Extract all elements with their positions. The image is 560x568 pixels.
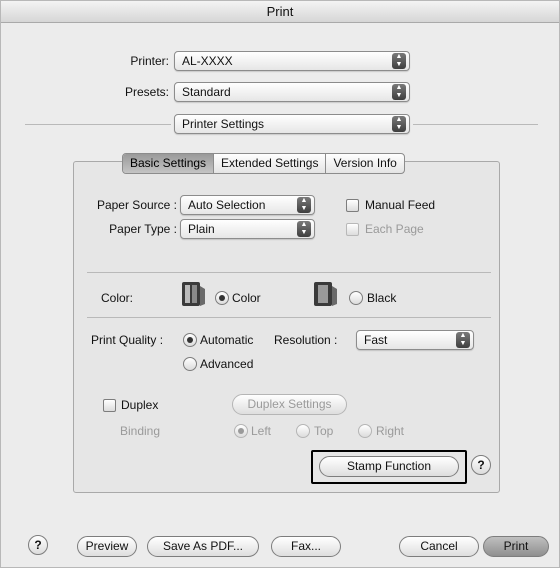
printer-popup[interactable]: AL-XXXX ▲ ▼	[174, 51, 410, 71]
automatic-label: Automatic	[200, 333, 254, 347]
presets-value: Standard	[182, 85, 231, 99]
binding-label: Binding	[120, 424, 161, 438]
popup-arrows-icon: ▲ ▼	[392, 116, 406, 132]
color-option-label: Color	[232, 291, 261, 305]
color-ink-icon	[182, 282, 205, 306]
automatic-radio[interactable]	[183, 333, 197, 347]
separator-left	[25, 124, 171, 125]
resolution-label: Resolution :	[274, 333, 338, 347]
advanced-label: Advanced	[200, 357, 254, 371]
black-radio[interactable]	[349, 291, 363, 305]
manual-feed-label: Manual Feed	[365, 198, 436, 212]
binding-right-radio[interactable]	[358, 424, 372, 438]
binding-top-radio[interactable]	[296, 424, 310, 438]
cancel-button[interactable]: Cancel	[399, 536, 479, 557]
window-title: Print	[1, 1, 559, 23]
presets-label: Presets:	[124, 85, 169, 99]
manual-feed-checkbox[interactable]	[346, 199, 359, 212]
paper-type-popup[interactable]: Plain ▲ ▼	[180, 219, 315, 239]
panel-select-popup[interactable]: Printer Settings ▲ ▼	[174, 114, 410, 134]
advanced-radio[interactable]	[183, 357, 197, 371]
popup-arrows-icon: ▲ ▼	[392, 53, 406, 69]
printer-value: AL-XXXX	[182, 54, 233, 68]
popup-arrows-icon: ▲ ▼	[392, 84, 406, 100]
binding-left-label: Left	[251, 424, 272, 438]
separator-color	[87, 317, 491, 318]
fax-button[interactable]: Fax...	[271, 536, 341, 557]
help-icon: ?	[34, 538, 42, 552]
print-dialog: Print Printer: AL-XXXX ▲ ▼ Presets: Stand…	[0, 0, 560, 568]
dialog-help-button[interactable]: ?	[28, 535, 48, 555]
tab-bar: Basic Settings Extended Settings Version…	[122, 153, 405, 174]
paper-type-value: Plain	[188, 222, 215, 236]
tab-version-info[interactable]: Version Info	[326, 154, 403, 173]
panel-select-value: Printer Settings	[182, 117, 265, 131]
resolution-popup[interactable]: Fast ▲ ▼	[356, 330, 474, 350]
black-option-label: Black	[367, 291, 397, 305]
paper-source-label: Paper Source :	[96, 198, 177, 212]
tab-extended-settings[interactable]: Extended Settings	[214, 154, 327, 173]
print-quality-label: Print Quality :	[91, 333, 164, 347]
duplex-label: Duplex	[121, 398, 159, 412]
separator-right	[413, 124, 538, 125]
duplex-settings-button[interactable]: Duplex Settings	[232, 394, 347, 415]
tab-basic-settings[interactable]: Basic Settings	[123, 154, 215, 173]
binding-top-label: Top	[314, 424, 334, 438]
presets-popup[interactable]: Standard ▲ ▼	[174, 82, 410, 102]
color-label: Color:	[101, 291, 134, 305]
separator-paper	[87, 272, 491, 273]
binding-left-radio[interactable]	[234, 424, 248, 438]
black-ink-icon	[314, 282, 337, 306]
paper-source-value: Auto Selection	[188, 198, 266, 212]
duplex-checkbox[interactable]	[103, 399, 116, 412]
save-as-pdf-button[interactable]: Save As PDF...	[147, 536, 259, 557]
color-radio[interactable]	[215, 291, 229, 305]
resolution-value: Fast	[364, 333, 388, 347]
popup-arrows-icon: ▲ ▼	[297, 197, 311, 213]
stamp-help-button[interactable]: ?	[471, 455, 491, 475]
preview-button[interactable]: Preview	[77, 536, 137, 557]
paper-source-popup[interactable]: Auto Selection ▲ ▼	[180, 195, 315, 215]
binding-right-label: Right	[376, 424, 405, 438]
each-page-checkbox[interactable]	[346, 223, 359, 236]
help-icon: ?	[477, 458, 485, 472]
each-page-label: Each Page	[365, 222, 424, 236]
print-button[interactable]: Print	[483, 536, 549, 557]
paper-type-label: Paper Type :	[109, 222, 177, 236]
printer-label: Printer:	[130, 54, 169, 68]
popup-arrows-icon: ▲ ▼	[297, 221, 311, 237]
popup-arrows-icon: ▲ ▼	[456, 332, 470, 348]
stamp-function-button[interactable]: Stamp Function	[319, 456, 459, 477]
